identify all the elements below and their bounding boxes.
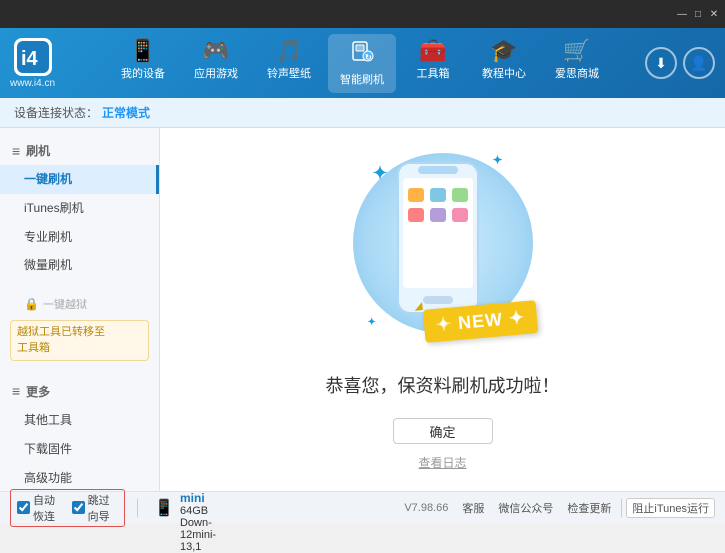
- jailbreak-label: 一键越狱: [43, 296, 87, 312]
- svg-text:↻: ↻: [365, 53, 372, 62]
- tutorial-icon: 🎓: [490, 40, 517, 62]
- logo-icon: i4: [14, 38, 52, 76]
- bottom-right: V7.98.66 客服 微信公众号 检查更新: [404, 500, 617, 516]
- confirm-button[interactable]: 确定: [393, 418, 493, 444]
- smart-flash-label: 智能刷机: [340, 71, 384, 87]
- nav-tutorial[interactable]: 🎓 教程中心: [470, 34, 538, 93]
- download-btn[interactable]: ⬇: [645, 47, 677, 79]
- nav-shop[interactable]: 🛒 爱思商城: [543, 34, 611, 93]
- checkbox-group: 自动恢连 跳过向导: [10, 489, 125, 527]
- toolbox-label: 工具箱: [417, 65, 450, 81]
- user-btn[interactable]: 👤: [683, 47, 715, 79]
- shop-label: 爱思商城: [555, 65, 599, 81]
- bottom-sep-2: [621, 499, 622, 517]
- device-model: Down-12mini-13,1: [180, 517, 220, 553]
- itunes-stop-btn[interactable]: 阻止iTunes运行: [626, 498, 715, 518]
- via-wizard-label: 跳过向导: [88, 492, 119, 524]
- tutorial-label: 教程中心: [482, 65, 526, 81]
- lock-icon: 🔒: [24, 297, 39, 311]
- my-device-label: 我的设备: [121, 65, 165, 81]
- shop-icon: 🛒: [563, 40, 590, 62]
- sidebar-other-tools[interactable]: 其他工具: [0, 406, 159, 435]
- via-wizard-input[interactable]: [72, 501, 85, 514]
- auto-connect-label: 自动恢连: [33, 492, 64, 524]
- toolbox-icon: 🧰: [419, 40, 446, 62]
- apps-games-label: 应用游戏: [194, 65, 238, 81]
- version-text: V7.98.66: [404, 502, 448, 514]
- customer-service-link[interactable]: 客服: [462, 500, 484, 516]
- sidebar-itunes-flash[interactable]: iTunes刷机: [0, 194, 159, 223]
- nav-toolbox[interactable]: 🧰 工具箱: [401, 34, 465, 93]
- more-section-icon: ≡: [12, 383, 20, 399]
- sidebar-download-firmware[interactable]: 下载固件: [0, 435, 159, 464]
- phone-svg: [393, 158, 483, 321]
- header-actions: ⬇ 👤: [645, 47, 715, 79]
- nav-my-device[interactable]: 📱 我的设备: [109, 34, 177, 93]
- device-storage: 64GB: [180, 505, 220, 517]
- bottom-bar: 自动恢连 跳过向导 📱 iPhone 12 mini 64GB Down-12m…: [0, 491, 725, 523]
- new-label: NEW: [458, 309, 505, 333]
- sidebar-one-click-flash[interactable]: 一键刷机: [0, 165, 159, 194]
- logo[interactable]: i4 www.i4.cn: [10, 38, 55, 89]
- header: i4 www.i4.cn 📱 我的设备 🎮 应用游戏 🎵 铃声壁纸: [0, 28, 725, 98]
- via-wizard-checkbox[interactable]: 跳过向导: [72, 492, 119, 524]
- diary-link[interactable]: 查看日志: [418, 454, 466, 471]
- close-btn[interactable]: ✕: [707, 7, 721, 21]
- flash-section-icon: ≡: [12, 143, 20, 159]
- phone-container: ✦ ✦ ✦: [363, 148, 523, 348]
- ringtones-icon: 🎵: [275, 40, 302, 62]
- flash-section-label: 刷机: [26, 142, 50, 159]
- status-label: 设备连接状态：: [14, 104, 98, 121]
- check-update-link[interactable]: 检查更新: [567, 500, 611, 516]
- sidebar-pro-flash[interactable]: 专业刷机: [0, 223, 159, 252]
- maximize-btn[interactable]: □: [691, 7, 705, 21]
- sidebar-jailbreak-note: 越狱工具已转移至工具箱: [10, 320, 149, 361]
- sidebar-more-title: ≡ 更多: [0, 377, 159, 406]
- sidebar-save-flash[interactable]: 微量刷机: [0, 251, 159, 280]
- nav-smart-flash[interactable]: ↻ 智能刷机: [328, 34, 396, 93]
- status-bar: 设备连接状态： 正常模式: [0, 98, 725, 128]
- new-badge-text: ✦: [436, 313, 460, 335]
- logo-text: www.i4.cn: [10, 78, 55, 89]
- smart-flash-icon: ↻: [350, 40, 374, 68]
- bottom-separator: [137, 499, 138, 517]
- nav-apps-games[interactable]: 🎮 应用游戏: [182, 34, 250, 93]
- apps-games-icon: 🎮: [202, 40, 229, 62]
- minimize-btn[interactable]: —: [675, 7, 689, 21]
- my-device-icon: 📱: [129, 40, 156, 62]
- illustration: ✦ ✦ ✦: [363, 148, 523, 348]
- more-section-label: 更多: [26, 383, 50, 400]
- sidebar: ≡ 刷机 一键刷机 iTunes刷机 专业刷机 微量刷机 🔒 一键越狱 越狱工具…: [0, 128, 160, 491]
- auto-connect-input[interactable]: [17, 501, 30, 514]
- device-icon: 📱: [154, 498, 174, 518]
- main-content: ✦ ✦ ✦: [160, 128, 725, 491]
- main-layout: ≡ 刷机 一键刷机 iTunes刷机 专业刷机 微量刷机 🔒 一键越狱 越狱工具…: [0, 128, 725, 491]
- svg-text:i4: i4: [21, 48, 39, 70]
- new-badge-text2: ✦: [502, 307, 526, 329]
- sparkle-top-left: ✦: [373, 163, 388, 184]
- nav-ringtones[interactable]: 🎵 铃声壁纸: [255, 34, 323, 93]
- status-value: 正常模式: [102, 104, 150, 121]
- wechat-public-link[interactable]: 微信公众号: [498, 500, 553, 516]
- sidebar-jailbreak-title: 🔒 一键越狱: [0, 292, 159, 316]
- sidebar-flash-title: ≡ 刷机: [0, 136, 159, 165]
- nav-items: 📱 我的设备 🎮 应用游戏 🎵 铃声壁纸 ↻ 智能刷机: [75, 34, 645, 93]
- sparkle-bottom-left: ✦: [368, 317, 376, 328]
- success-message: 恭喜您，保资料刷机成功啦！: [326, 372, 560, 398]
- ringtones-label: 铃声壁纸: [267, 65, 311, 81]
- title-bar: — □ ✕: [0, 0, 725, 28]
- sparkle-top-right: ✦: [492, 153, 502, 167]
- auto-connect-checkbox[interactable]: 自动恢连: [17, 492, 64, 524]
